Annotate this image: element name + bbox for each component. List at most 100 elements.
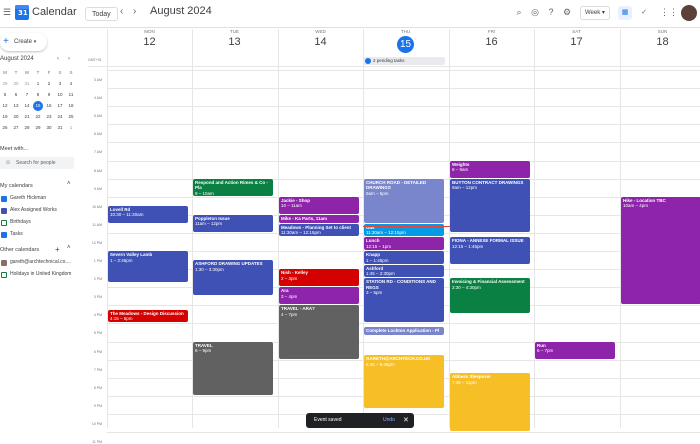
calendar-event[interactable]: Severn Valley Lamb 1 – 2:45pm — [108, 251, 188, 282]
calendar-event[interactable]: CHURCH ROAD - DETAILED DRAWINGS 9am – 5pm — [364, 178, 444, 223]
calendar-event[interactable]: BUYTON CONTRACT DRAWINGS 9am – 12pm — [450, 178, 530, 232]
today-button[interactable]: Today — [85, 7, 118, 21]
day-header[interactable]: FRI 16 — [449, 29, 534, 48]
calendar-event[interactable]: Poppleton Issue 11am – 12pm — [193, 214, 273, 232]
mini-day[interactable]: 1 — [66, 123, 76, 133]
mini-day[interactable]: 11 — [66, 90, 76, 100]
mini-day[interactable]: 24 — [55, 112, 65, 122]
calendar-event[interactable]: TRAVEL - ARA? 4 – 7pm — [279, 305, 359, 359]
day-number[interactable]: 15 — [397, 36, 414, 53]
apps-grid-icon[interactable]: ⋮⋮ — [660, 6, 678, 18]
tasks-view-icon[interactable]: ✓ — [637, 6, 651, 20]
pending-tasks-chip[interactable]: 2 pending tasks — [363, 57, 445, 65]
create-button[interactable]: + Create ▾ — [0, 33, 47, 51]
day-header[interactable]: SUN 18 — [620, 29, 700, 48]
mini-day[interactable]: 25 — [66, 112, 76, 122]
search-icon[interactable]: ⌕ — [513, 6, 525, 18]
calendar-event[interactable]: Run 6 – 7pm — [535, 341, 615, 359]
mini-day[interactable]: 29 — [33, 123, 43, 133]
mini-day[interactable]: 29 — [0, 79, 10, 89]
mini-day[interactable]: 15 — [33, 101, 43, 111]
calendar-view-icon[interactable]: ▦ — [618, 6, 632, 20]
calendar-event[interactable]: Mike - Ka Parts, 11am — [279, 214, 359, 223]
calendar-event[interactable]: FIONA - ANNEXE FORMAL ISSUE 12:15 – 1:45p… — [450, 237, 530, 264]
mini-day[interactable]: 30 — [44, 123, 54, 133]
mini-day[interactable]: 22 — [33, 112, 43, 122]
mini-day[interactable]: 8 — [33, 90, 43, 100]
close-toast-icon[interactable]: ✕ — [403, 413, 409, 428]
mini-day[interactable]: 17 — [55, 101, 65, 111]
calendar-event[interactable]: Meadows - Planning Set to client 11:30am … — [279, 223, 359, 237]
calendar-checkbox[interactable] — [1, 208, 7, 214]
mini-day[interactable]: 31 — [22, 79, 32, 89]
calendar-event[interactable]: GARETH@ARCHTECH.CO.UK 6:45 – 9:45pm — [364, 355, 444, 409]
calendar-event[interactable]: Weights 8 – 9am — [450, 160, 530, 178]
account-avatar[interactable] — [681, 5, 697, 21]
mini-day[interactable]: 28 — [22, 123, 32, 133]
mini-day[interactable]: 10 — [55, 90, 65, 100]
mini-day[interactable]: 30 — [11, 79, 21, 89]
calendar-event[interactable]: Nish - Kelley 2 – 3pm — [279, 269, 359, 287]
mini-day[interactable]: 4 — [66, 79, 76, 89]
mini-day[interactable]: 5 — [0, 90, 10, 100]
mini-day[interactable]: 16 — [44, 101, 54, 111]
calendar-event[interactable]: TRAVEL 6 – 9pm — [193, 341, 273, 395]
mini-day[interactable]: 14 — [22, 101, 32, 111]
offline-status-icon[interactable]: ◎ — [529, 6, 541, 18]
settings-gear-icon[interactable]: ⚙ — [561, 6, 573, 18]
next-week-icon[interactable]: › — [133, 6, 136, 17]
calendar-event[interactable]: Jackie - Shop 10 – 11am — [279, 196, 359, 214]
calendar-checkbox[interactable] — [1, 220, 7, 226]
day-header[interactable]: MON 12 — [107, 29, 192, 48]
calendar-event[interactable]: The Meadows - Design Discussion 4:15 – 5p… — [108, 309, 188, 323]
add-calendar-icon[interactable]: + — [55, 245, 60, 254]
calendar-event[interactable]: Hike - Location TBC 10am – 4pm — [621, 196, 700, 305]
mini-day[interactable]: 3 — [55, 79, 65, 89]
mini-day[interactable]: 20 — [11, 112, 21, 122]
mini-day[interactable]: 27 — [11, 123, 21, 133]
mini-day[interactable]: 6 — [11, 90, 21, 100]
other-calendars-collapse-icon[interactable]: ˄ — [67, 245, 71, 251]
calendar-event[interactable]: Respond and Action Rimes & Co - Pla 9 – 1… — [193, 178, 273, 196]
mini-day[interactable]: 1 — [33, 79, 43, 89]
prev-week-icon[interactable]: ‹ — [120, 6, 123, 17]
calendar-event[interactable]: Complete Lockton Application - Pl — [364, 327, 444, 336]
undo-button[interactable]: Undo — [383, 413, 395, 428]
mini-day[interactable]: 23 — [44, 112, 54, 122]
view-select[interactable]: Week ▾ — [580, 6, 610, 20]
day-number[interactable]: 12 — [107, 36, 192, 48]
calendar-checkbox[interactable] — [1, 260, 7, 266]
mini-day[interactable]: 19 — [0, 112, 10, 122]
mini-day[interactable]: 21 — [22, 112, 32, 122]
day-header[interactable]: THU 15 — [363, 29, 448, 53]
calendar-checkbox[interactable] — [1, 196, 7, 202]
calendar-event[interactable]: STATION RD - CONDITIONS AND REGS 3 – 5pm — [364, 278, 444, 323]
mini-day[interactable]: 18 — [66, 101, 76, 111]
calendar-event[interactable]: Invoicing & Financial Assessment 2:30 – 4… — [450, 278, 530, 314]
mini-day[interactable]: 9 — [44, 90, 54, 100]
mini-day[interactable]: 31 — [55, 123, 65, 133]
day-header[interactable]: TUE 13 — [192, 29, 277, 48]
day-header[interactable]: SAT 17 — [534, 29, 619, 48]
mini-day[interactable]: 13 — [11, 101, 21, 111]
calendar-checkbox[interactable] — [1, 272, 7, 278]
day-number[interactable]: 14 — [278, 36, 363, 48]
mini-day[interactable]: 7 — [22, 90, 32, 100]
search-people-input[interactable]: ☺ Search for people — [0, 157, 74, 169]
day-number[interactable]: 17 — [534, 36, 619, 48]
day-number[interactable]: 18 — [620, 36, 700, 48]
calendar-event[interactable]: Knapp 1 – 1:45pm — [364, 251, 444, 264]
calendar-event[interactable]: ASHFORD DRAWING UPDATES 1:30 – 3:30pm — [193, 260, 273, 296]
help-icon[interactable]: ? — [545, 6, 557, 18]
mini-prev-icon[interactable]: ‹ — [57, 56, 59, 62]
mini-next-icon[interactable]: › — [68, 56, 70, 62]
calendar-event[interactable]: Lunch 12:15 – 1pm — [364, 237, 444, 250]
mini-day[interactable]: 26 — [0, 123, 10, 133]
day-number[interactable]: 13 — [192, 36, 277, 48]
my-calendars-collapse-icon[interactable]: ˄ — [67, 181, 71, 187]
calendar-event[interactable]: Lovell Rd 10:30 – 11:30am — [108, 205, 188, 223]
calendar-checkbox[interactable] — [1, 232, 7, 238]
calendar-event[interactable]: Ara 3 – 4pm — [279, 287, 359, 305]
calendar-event[interactable]: Ashford 1:45 – 2:30pm — [364, 264, 444, 278]
calendar-event[interactable]: Abbess Sleepover 7:45 – 11pm — [450, 373, 530, 431]
